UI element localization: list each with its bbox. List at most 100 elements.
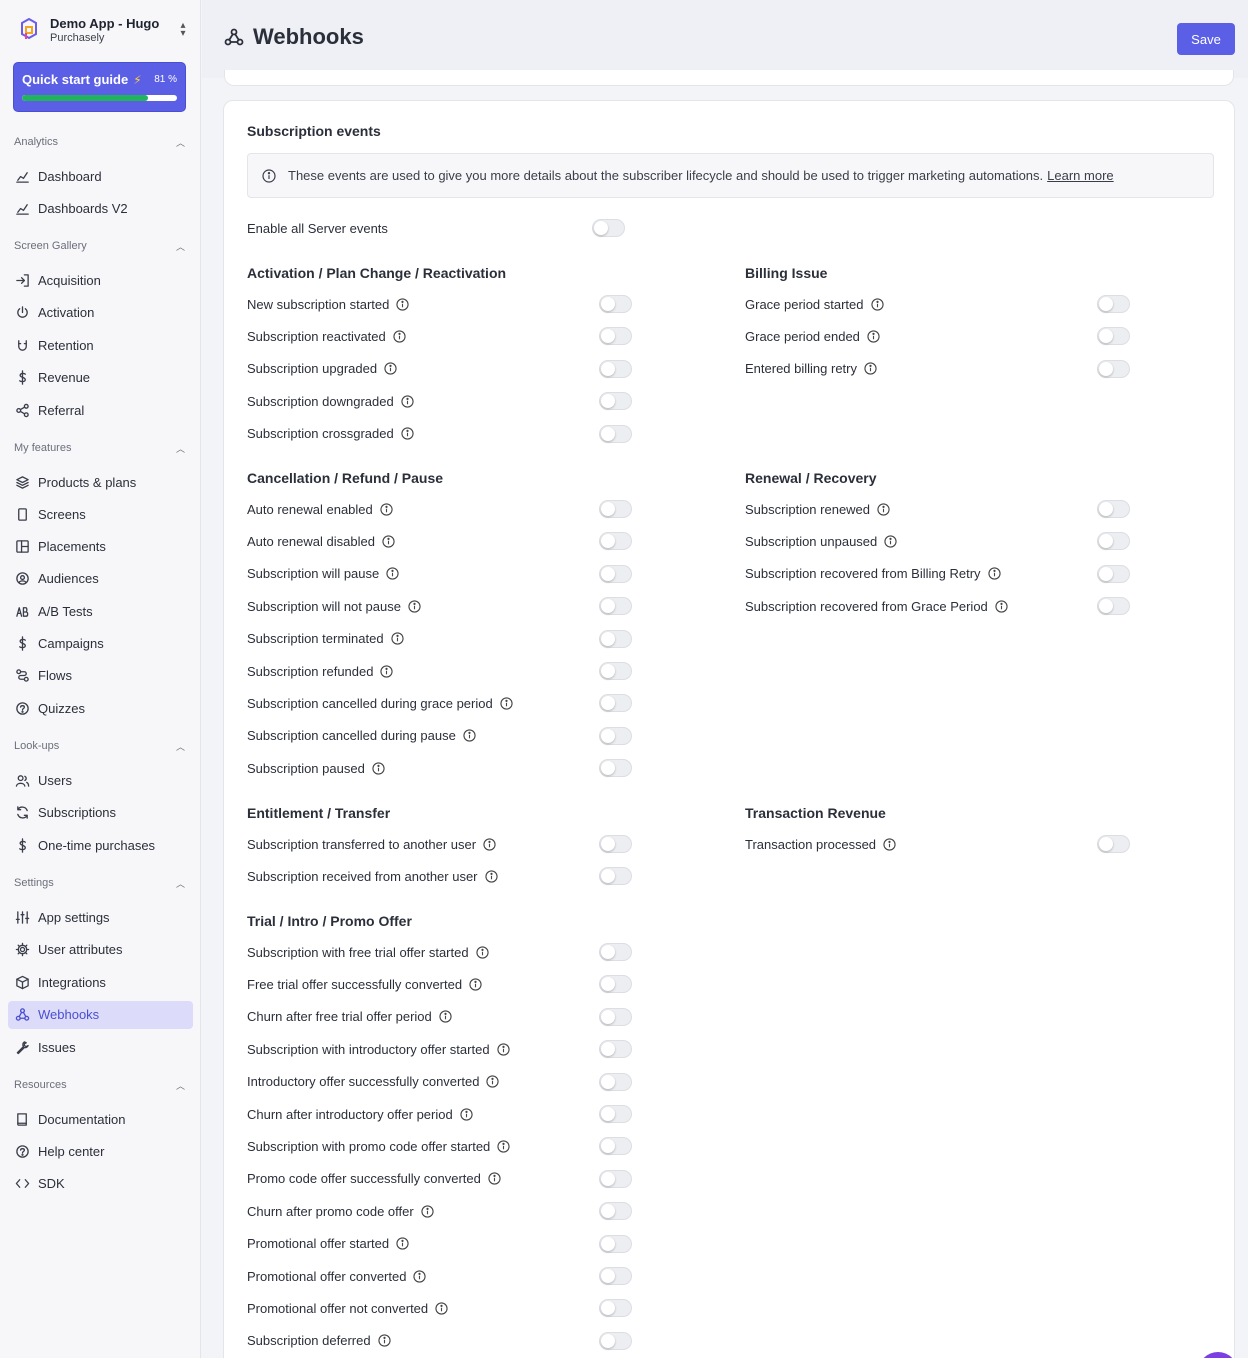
event-toggle[interactable] (599, 1331, 632, 1350)
info-icon[interactable] (496, 1043, 510, 1056)
sidebar-item-app-settings[interactable]: App settings (8, 903, 193, 931)
info-icon[interactable] (401, 427, 414, 440)
sidebar-item-sdk[interactable]: SDK (8, 1169, 193, 1197)
sidebar-item-users[interactable]: Users (8, 766, 193, 794)
nav-section-header[interactable]: Screen Gallery ︿ (0, 236, 201, 256)
event-toggle[interactable] (599, 661, 632, 680)
event-toggle[interactable] (1097, 835, 1130, 853)
event-toggle[interactable] (599, 1007, 632, 1026)
info-icon[interactable] (377, 1334, 391, 1348)
event-toggle[interactable] (599, 1072, 632, 1091)
event-toggle[interactable] (599, 1234, 632, 1253)
info-icon[interactable] (987, 567, 1001, 581)
event-toggle[interactable] (599, 975, 632, 994)
info-icon[interactable] (867, 330, 880, 343)
info-icon[interactable] (401, 395, 414, 408)
event-toggle[interactable] (599, 867, 632, 886)
sidebar-item-screens[interactable]: Screens (8, 500, 193, 528)
event-toggle[interactable] (599, 943, 632, 961)
event-toggle[interactable] (599, 1040, 632, 1059)
info-icon[interactable] (384, 362, 397, 376)
enable-all-toggle[interactable] (592, 219, 625, 237)
info-icon[interactable] (488, 1172, 501, 1186)
info-icon[interactable] (484, 870, 498, 883)
info-icon[interactable] (460, 1108, 473, 1121)
nav-section-header[interactable]: Analytics ︿ (0, 132, 201, 152)
sidebar-item-acquisition[interactable]: Acquisition (8, 266, 193, 294)
event-toggle[interactable] (599, 1169, 632, 1188)
info-icon[interactable] (439, 1010, 452, 1024)
sidebar-item-help-center[interactable]: Help center (8, 1137, 193, 1165)
event-toggle[interactable] (599, 597, 632, 616)
sidebar-item-activation[interactable]: Activation (8, 299, 193, 327)
event-toggle[interactable] (599, 359, 632, 378)
info-icon[interactable] (463, 729, 476, 743)
event-toggle[interactable] (1097, 500, 1130, 518)
event-toggle[interactable] (599, 694, 632, 713)
sidebar-item-a-b-tests[interactable]: A/B Tests (8, 597, 193, 625)
sidebar-item-referral[interactable]: Referral (8, 396, 193, 424)
event-toggle[interactable] (599, 424, 632, 443)
event-toggle[interactable] (599, 327, 632, 346)
sidebar-item-one-time-purchases[interactable]: One-time purchases (8, 831, 193, 859)
event-toggle[interactable] (599, 726, 632, 745)
event-toggle[interactable] (599, 1299, 632, 1318)
info-icon[interactable] (877, 503, 890, 516)
event-toggle[interactable] (1097, 597, 1130, 616)
sidebar-item-placements[interactable]: Placements (8, 533, 193, 561)
info-icon[interactable] (500, 697, 513, 710)
sidebar-item-webhooks[interactable]: Webhooks (8, 1000, 193, 1029)
info-icon[interactable] (393, 330, 406, 343)
info-icon[interactable] (884, 535, 897, 548)
learn-more-link[interactable]: Learn more (1047, 168, 1113, 183)
event-toggle[interactable] (599, 532, 632, 551)
sidebar-item-integrations[interactable]: Integrations (8, 968, 193, 996)
event-toggle[interactable] (599, 500, 632, 518)
info-icon[interactable] (408, 600, 421, 613)
sidebar-item-quizzes[interactable]: Quizzes (8, 694, 193, 722)
event-toggle[interactable] (1097, 359, 1130, 378)
event-toggle[interactable] (599, 295, 632, 313)
event-toggle[interactable] (1097, 564, 1130, 583)
info-icon[interactable] (435, 1302, 448, 1315)
event-toggle[interactable] (599, 1202, 632, 1221)
event-toggle[interactable] (599, 835, 632, 853)
app-switcher[interactable]: Demo App - Hugo Purchasely ▴ ▾ (8, 8, 193, 52)
nav-section-header[interactable]: Look-ups ︿ (0, 736, 201, 756)
event-toggle[interactable] (1097, 295, 1130, 313)
sidebar-item-audiences[interactable]: Audiences (8, 565, 193, 593)
info-icon[interactable] (497, 1140, 510, 1153)
sidebar-item-issues[interactable]: Issues (8, 1033, 193, 1061)
info-icon[interactable] (995, 600, 1008, 613)
info-icon[interactable] (386, 567, 399, 581)
event-toggle[interactable] (1097, 327, 1130, 346)
info-icon[interactable] (380, 503, 393, 516)
nav-section-header[interactable]: My features ︿ (0, 438, 201, 458)
sidebar-item-dashboards-v2[interactable]: Dashboards V2 (8, 194, 193, 222)
info-icon[interactable] (390, 632, 404, 645)
info-icon[interactable] (396, 1237, 409, 1250)
sidebar-item-campaigns[interactable]: Campaigns (8, 630, 193, 658)
sidebar-item-flows[interactable]: Flows (8, 662, 193, 690)
sidebar-item-dashboard[interactable]: Dashboard (8, 162, 193, 190)
info-icon[interactable] (883, 838, 896, 851)
nav-section-header[interactable]: Settings ︿ (0, 873, 201, 893)
info-icon[interactable] (483, 838, 496, 851)
sidebar-item-user-attributes[interactable]: User attributes (8, 936, 193, 964)
sidebar-item-documentation[interactable]: Documentation (8, 1105, 193, 1133)
nav-section-header[interactable]: Resources ︿ (0, 1075, 201, 1095)
event-toggle[interactable] (599, 392, 632, 411)
save-button[interactable]: Save (1177, 23, 1235, 55)
event-toggle[interactable] (599, 629, 632, 648)
info-icon[interactable] (870, 298, 884, 311)
info-icon[interactable] (372, 762, 385, 775)
info-icon[interactable] (475, 946, 489, 959)
event-toggle[interactable] (599, 564, 632, 583)
event-toggle[interactable] (599, 1104, 632, 1123)
info-icon[interactable] (413, 1269, 427, 1283)
sidebar-item-subscriptions[interactable]: Subscriptions (8, 799, 193, 827)
info-icon[interactable] (396, 298, 409, 311)
event-toggle[interactable] (599, 1266, 632, 1285)
info-icon[interactable] (421, 1205, 434, 1218)
event-toggle[interactable] (599, 759, 632, 778)
